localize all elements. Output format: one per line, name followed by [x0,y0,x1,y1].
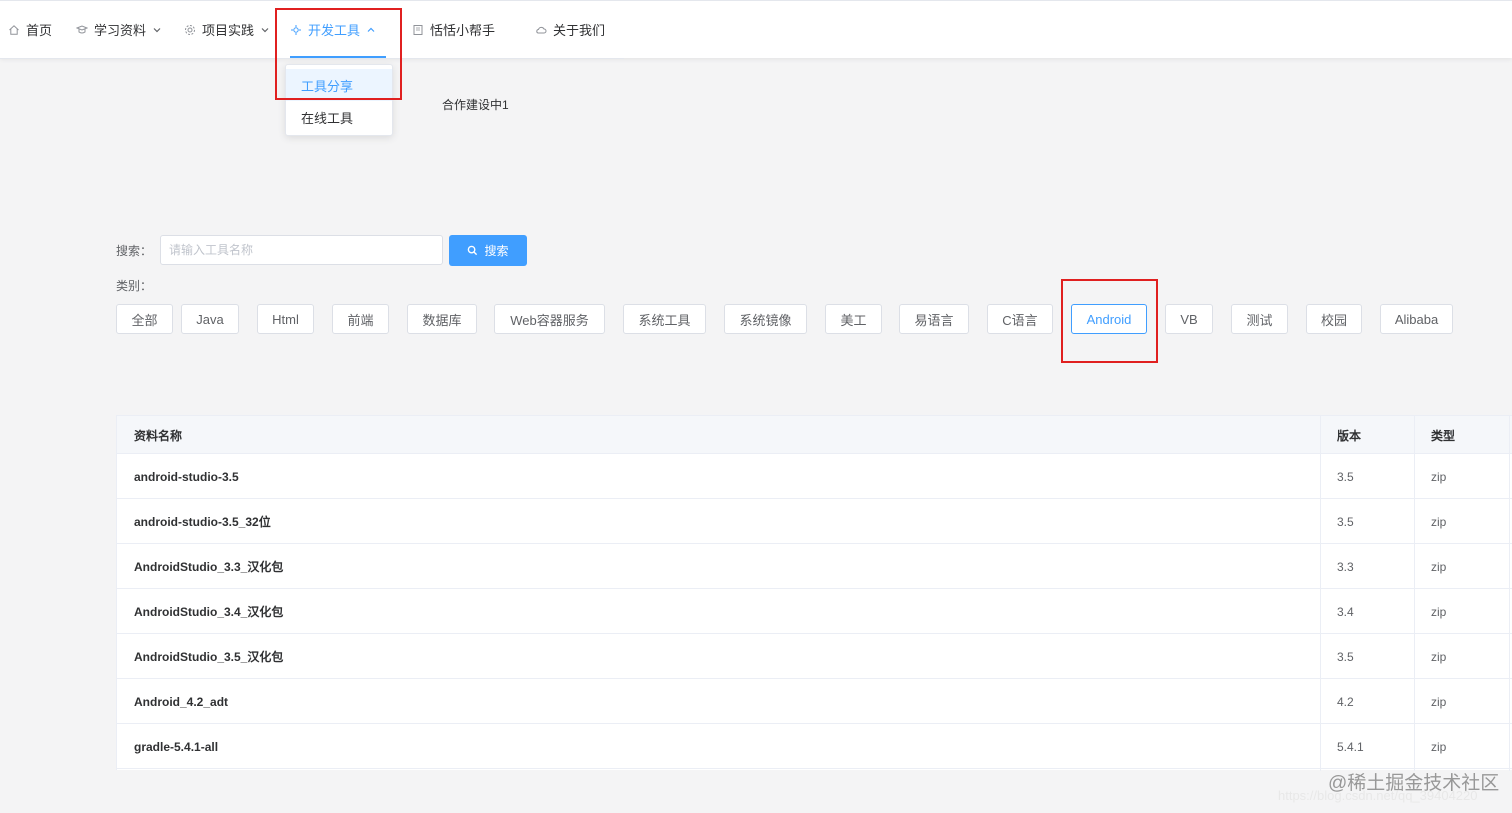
tools-icon [290,24,302,36]
category-art[interactable]: 美工 [825,304,882,334]
search-label: 搜索： [116,244,153,258]
nav-item-label: 关于我们 [553,23,606,38]
home-icon [8,24,20,36]
chevron-up-icon [366,25,376,35]
table-row[interactable]: gradle-5.4.1-all 5.4.1 zip [117,724,1512,769]
nav-divider [0,58,624,59]
table-row[interactable]: Android_4.2_adt 4.2 zip [117,679,1512,724]
cell-name: AndroidStudio_3.4_汉化包 [134,605,284,619]
nav-item-label: 学习资料 [94,23,147,38]
resource-table: 资料名称 版本 类型 android-studio-3.5 3.5 zip an… [116,415,1512,771]
category-all[interactable]: 全部 [116,304,173,334]
cell-type: zip [1431,694,1447,709]
category-frontend[interactable]: 前端 [332,304,389,334]
cell-type: zip [1431,514,1447,529]
dropdown-item-online-tools[interactable]: 在线工具 [286,101,392,133]
category-vb[interactable]: VB [1165,304,1213,334]
cell-name: gradle-5.4.1-all [134,739,219,754]
cell-name: AndroidStudio_3.3_汉化包 [134,560,284,574]
cell-version: 5.4.1 [1337,739,1364,754]
column-header-type[interactable]: 类型 [1414,416,1512,454]
column-divider [1509,416,1510,771]
nav-item-helper[interactable]: 恬恬小帮手 [412,1,495,58]
table-row[interactable]: AndroidStudio_3.3_汉化包 3.3 zip [117,544,1512,589]
category-label: 类别： [116,279,153,293]
cell-version: 3.5 [1337,469,1354,484]
category-testing[interactable]: 测试 [1231,304,1288,334]
cell-version: 3.3 [1337,559,1354,574]
cell-type: zip [1431,604,1447,619]
construction-text: 合作建设中1 [442,98,509,112]
category-campus[interactable]: 校园 [1306,304,1362,334]
nav-item-label: 项目实践 [202,23,255,38]
book-icon [76,24,88,36]
nav-item-study-materials[interactable]: 学习资料 [76,1,162,58]
category-system-images[interactable]: 系统镜像 [724,304,807,334]
column-header-version[interactable]: 版本 [1320,416,1415,454]
cell-version: 3.5 [1337,649,1354,664]
search-input[interactable] [160,235,443,265]
cell-name: AndroidStudio_3.5_汉化包 [134,650,284,664]
notebook-icon [412,24,424,36]
cell-version: 3.5 [1337,514,1354,529]
chevron-down-icon [260,25,270,35]
table-row[interactable]: android-studio-3.5 3.5 zip [117,454,1512,499]
nav-item-label: 首页 [26,23,53,38]
search-icon [467,245,478,256]
category-android[interactable]: Android [1071,304,1147,334]
column-divider [1320,416,1321,771]
category-database[interactable]: 数据库 [407,304,477,334]
column-header-name[interactable]: 资料名称 [117,416,1320,454]
cell-version: 3.4 [1337,604,1354,619]
category-html[interactable]: Html [257,304,314,334]
cell-name: android-studio-3.5_32位 [134,515,271,529]
nav-item-home[interactable]: 首页 [8,1,52,58]
table-header: 资料名称 版本 类型 [117,416,1512,454]
top-navigation: 首页 学习资料 项目实践 开发工具 恬恬小帮手 关于我们 [0,0,1512,59]
cell-type: zip [1431,559,1447,574]
cell-type: zip [1431,649,1447,664]
nav-item-dev-tools[interactable]: 开发工具 [290,1,386,58]
search-button[interactable]: 搜索 [449,235,527,266]
nav-item-about[interactable]: 关于我们 [535,1,605,58]
watermark-url: https://blog.csdn.net/qq_39404220 [1278,788,1478,803]
cloud-icon [535,24,547,36]
search-button-label: 搜索 [484,244,509,258]
category-web-container[interactable]: Web容器服务 [494,304,605,334]
gear-icon [184,24,196,36]
table-row[interactable]: android-studio-3.5_32位 3.5 zip [117,499,1512,544]
dev-tools-dropdown: 工具分享 在线工具 [285,64,393,136]
nav-item-projects[interactable]: 项目实践 [184,1,270,58]
category-alibaba[interactable]: Alibaba [1380,304,1453,334]
category-easy-language[interactable]: 易语言 [899,304,969,334]
cell-name: android-studio-3.5 [134,469,239,484]
category-java[interactable]: Java [181,304,239,334]
table-row[interactable]: AndroidStudio_3.4_汉化包 3.4 zip [117,589,1512,634]
cell-version: 4.2 [1337,694,1354,709]
cell-type: zip [1431,469,1447,484]
nav-item-label: 开发工具 [308,23,361,38]
table-row[interactable]: AndroidStudio_3.5_汉化包 3.5 zip [117,634,1512,679]
cell-type: zip [1431,739,1447,754]
column-divider [1414,416,1415,771]
category-system-tools[interactable]: 系统工具 [623,304,706,334]
category-c-language[interactable]: C语言 [987,304,1053,334]
dropdown-item-tool-sharing[interactable]: 工具分享 [286,69,392,101]
nav-item-label: 恬恬小帮手 [430,23,496,38]
cell-name: Android_4.2_adt [134,694,229,709]
chevron-down-icon [152,25,162,35]
